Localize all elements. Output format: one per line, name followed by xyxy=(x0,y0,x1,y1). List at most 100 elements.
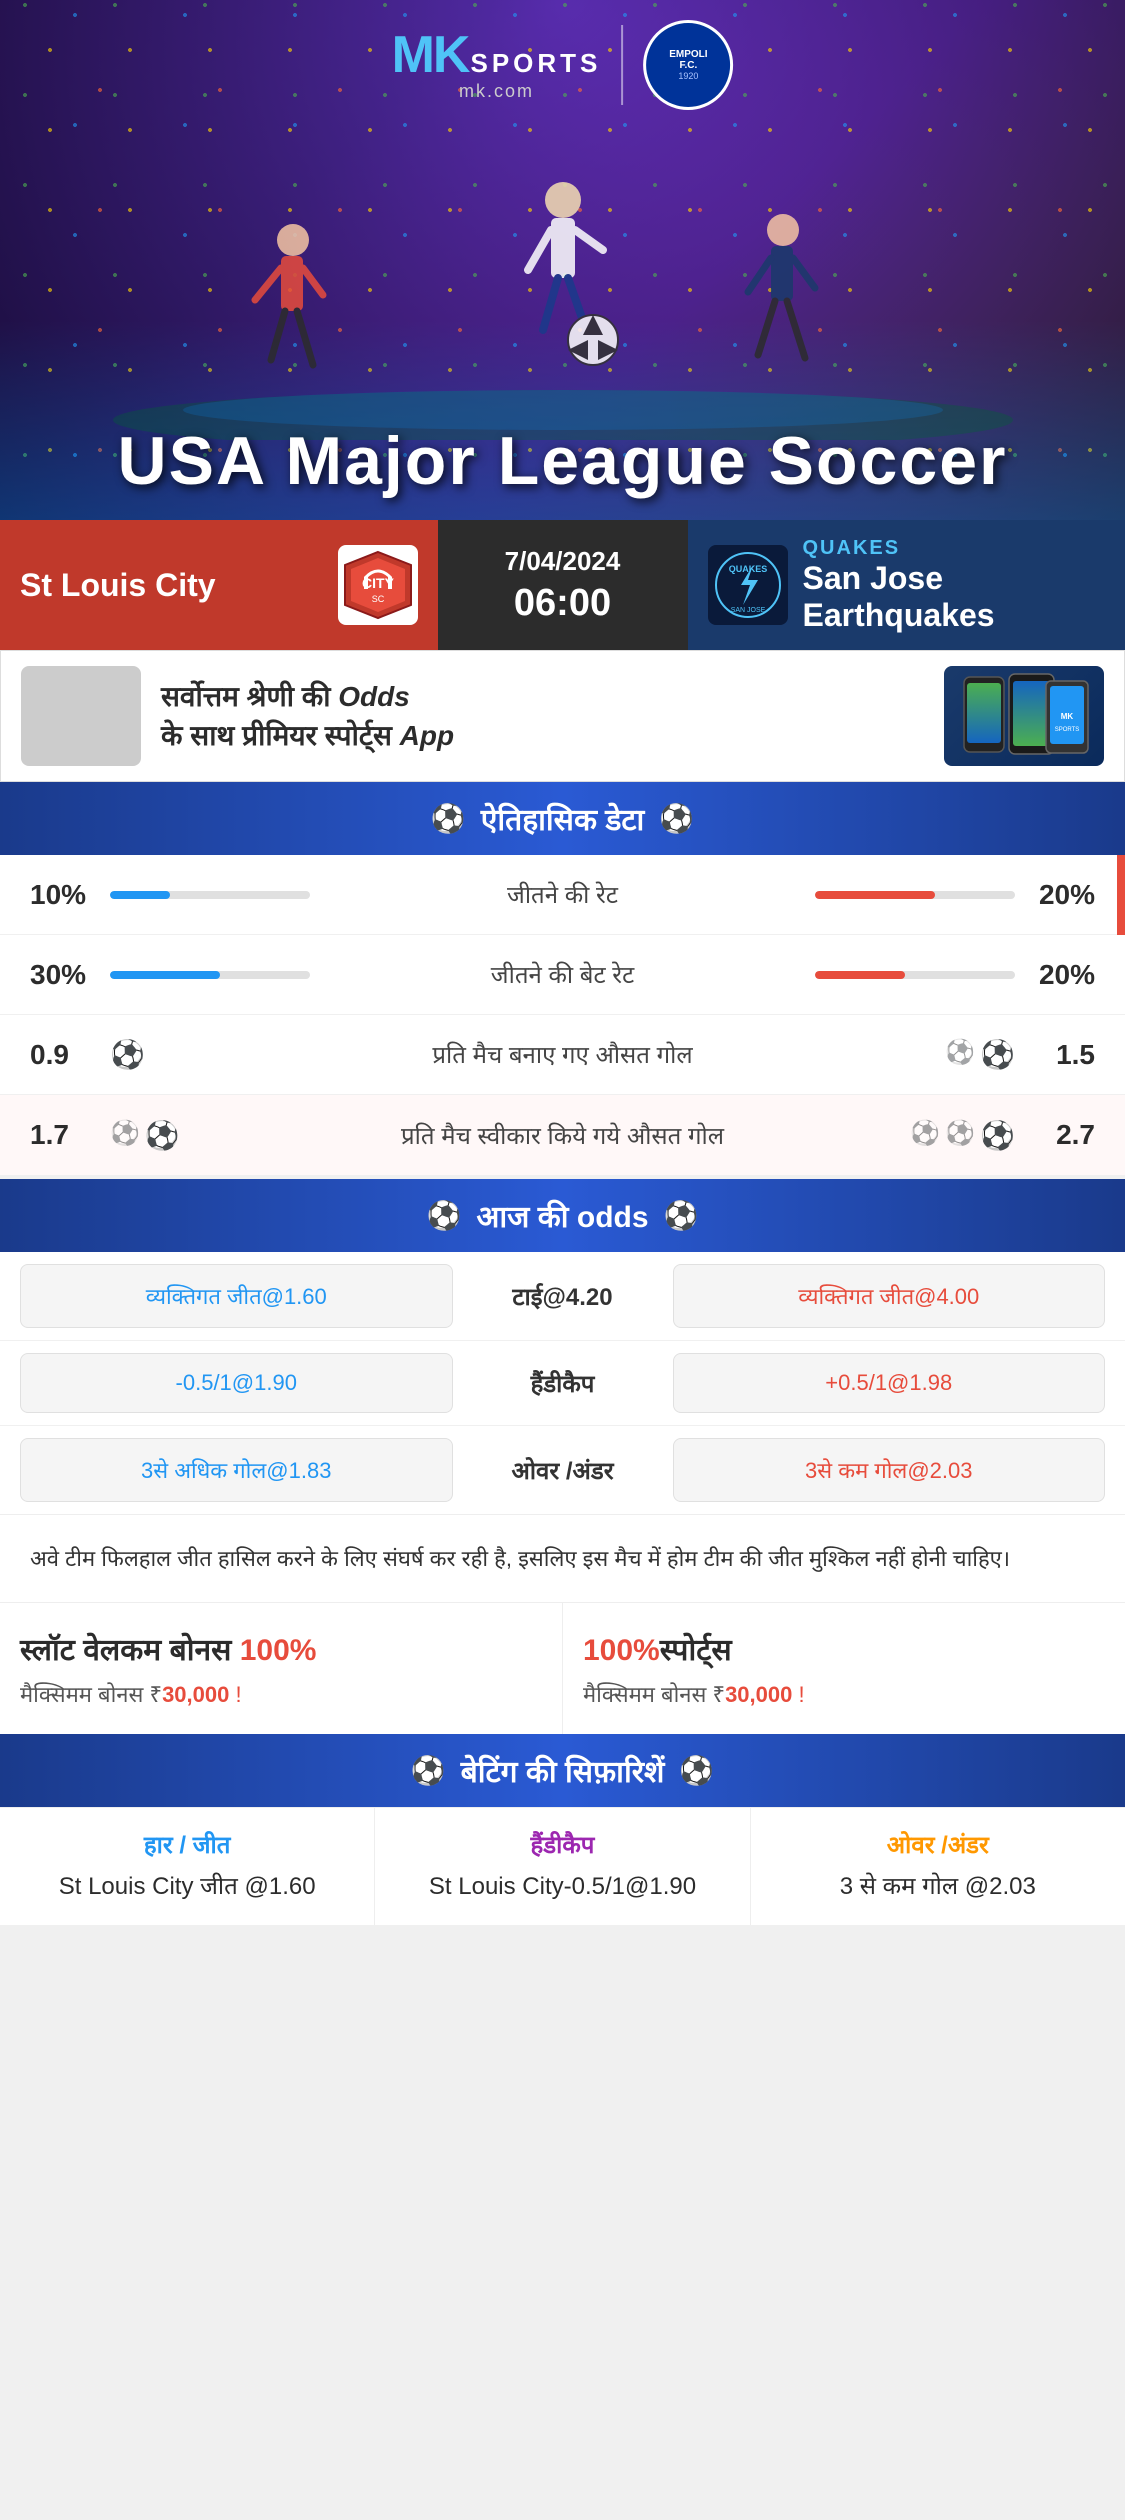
right-bar-bet-rate xyxy=(815,971,1015,979)
soccer-icon-right: ⚽ xyxy=(659,802,694,835)
match-time: 06:00 xyxy=(514,582,611,625)
match-date: 7/04/2024 xyxy=(505,546,621,577)
bonus-amt-sports: 30,000 xyxy=(725,1682,792,1707)
bonus-excl-slots: ! xyxy=(229,1682,241,1707)
bonus-subtitle-slots: मैक्सिमम बोनस ₹30,000 ! xyxy=(20,1679,542,1709)
left-value-win-rate: 10% xyxy=(30,879,110,911)
recommendations-section-title: बेटिंग की सिफ़ारिशें xyxy=(461,1750,665,1791)
odds-btn-handicap-left[interactable]: -0.5/1@1.90 xyxy=(20,1353,453,1413)
odds-row: व्यक्तिगत जीत@1.60 टाई@4.20 व्यक्तिगत जी… xyxy=(0,1252,1125,1341)
right-value-avg-goals: 1.5 xyxy=(1015,1039,1095,1071)
ball-icon: ⚽ xyxy=(110,1119,140,1152)
table-row: 10% जीतने की रेट 20% xyxy=(0,855,1125,935)
historical-section-title: ऐतिहासिक डेटा xyxy=(481,798,645,839)
odds-label-win: टाई@4.20 xyxy=(463,1280,663,1313)
empoli-year: 1920 xyxy=(678,71,698,81)
ball-icon: ⚽ xyxy=(910,1119,940,1152)
odds-btn-handicap-right[interactable]: +0.5/1@1.98 xyxy=(673,1353,1106,1413)
center-label-bet-rate: जीतने की बेट रेट xyxy=(310,958,815,991)
left-value-bet-rate: 30% xyxy=(30,959,110,991)
promo-text: सर्वोत्तम श्रेणी की Odds के साथ प्रीमियर… xyxy=(161,677,924,755)
team-left-name: St Louis City xyxy=(20,567,323,604)
stl-logo-svg: CITY SC xyxy=(343,550,413,620)
rec-col-over-under: ओवर /अंडर 3 से कम गोल @2.03 xyxy=(751,1808,1125,1925)
right-value-win-rate: 20% xyxy=(1015,879,1095,911)
svg-text:SC: SC xyxy=(371,594,384,604)
odds-section: व्यक्तिगत जीत@1.60 टाई@4.20 व्यक्तिगत जी… xyxy=(0,1252,1125,1514)
odds-section-title: आज की odds xyxy=(476,1195,648,1236)
logo-divider xyxy=(621,25,623,105)
soccer-icon-odds-right: ⚽ xyxy=(664,1199,699,1232)
bonus-pct-slots: 100% xyxy=(240,1634,317,1667)
bonus-amt-slots: 30,000 xyxy=(162,1682,229,1707)
odds-label-over: ओवर /अंडर xyxy=(463,1454,663,1487)
center-label-win-rate: जीतने की रेट xyxy=(310,878,815,911)
bonus-pct-sports: 100% xyxy=(583,1634,660,1667)
svg-text:SPORTS: SPORTS xyxy=(1055,727,1080,733)
empoli-badge: EMPOLIF.C. 1920 xyxy=(643,20,733,110)
rec-value-handicap: St Louis City-0.5/1@1.90 xyxy=(390,1869,734,1905)
soccer-icon-odds-left: ⚽ xyxy=(427,1199,462,1232)
left-icons-avg-goals: ⚽ xyxy=(110,1038,210,1071)
bonus-card-sports[interactable]: 100%स्पोर्ट्स मैक्सिमम बोनस ₹30,000 ! xyxy=(563,1603,1125,1734)
empoli-name: EMPOLIF.C. xyxy=(669,49,707,71)
bonus-title-slots: स्लॉट वेलकम बोनस 100% xyxy=(20,1628,542,1669)
right-value-avg-conceded: 2.7 xyxy=(1015,1119,1095,1151)
sports-text: SPORTS xyxy=(470,48,601,79)
hero-players-visual xyxy=(0,80,1125,440)
rec-value-over-under: 3 से कम गोल @2.03 xyxy=(766,1869,1110,1905)
soccer-icon-left: ⚽ xyxy=(431,802,466,835)
odds-btn-over-left[interactable]: 3से अधिक गोल@1.83 xyxy=(20,1438,453,1502)
promo-banner[interactable]: सर्वोत्तम श्रेणी की Odds के साथ प्रीमियर… xyxy=(0,650,1125,782)
center-label-avg-conceded: प्रति मैच स्वीकार किये गये औसत गोल xyxy=(210,1119,915,1152)
promo-text-area: सर्वोत्तम श्रेणी की Odds के साथ प्रीमियर… xyxy=(161,677,924,755)
rec-col-win-loss: हार / जीत St Louis City जीत @1.60 xyxy=(0,1808,375,1925)
right-value-bet-rate: 20% xyxy=(1015,959,1095,991)
historical-data-table: 10% जीतने की रेट 20% 30% जीतने की बेट रे… xyxy=(0,855,1125,1175)
bonus-label-sports: स्पोर्ट्स xyxy=(660,1634,732,1667)
ball-icon: ⚽ xyxy=(980,1038,1015,1071)
odds-btn-win-right[interactable]: व्यक्तिगत जीत@4.00 xyxy=(673,1264,1106,1328)
historical-section-header: ⚽ ऐतिहासिक डेटा ⚽ xyxy=(0,782,1125,855)
left-icons-avg-conceded: ⚽ ⚽ xyxy=(110,1119,210,1152)
hero-title: USA Major League Soccer xyxy=(0,422,1125,500)
odds-row: 3से अधिक गोल@1.83 ओवर /अंडर 3से कम गोल@2… xyxy=(0,1426,1125,1514)
rec-value-win-loss: St Louis City जीत @1.60 xyxy=(15,1869,359,1905)
left-bar-bet-rate xyxy=(110,971,310,979)
rec-row: हार / जीत St Louis City जीत @1.60 हैंडीक… xyxy=(0,1807,1125,1925)
odds-btn-over-right[interactable]: 3से कम गोल@2.03 xyxy=(673,1438,1106,1502)
ball-icon: ⚽ xyxy=(945,1119,975,1152)
odds-btn-win-left[interactable]: व्यक्तिगत जीत@1.60 xyxy=(20,1264,453,1328)
bonus-title-sports: 100%स्पोर्ट्स xyxy=(583,1628,1105,1669)
bonus-card-slots[interactable]: स्लॉट वेलकम बोनस 100% मैक्सिमम बोनस ₹30,… xyxy=(0,1603,563,1734)
soccer-icon-rec-right: ⚽ xyxy=(679,1754,714,1787)
right-icons-avg-conceded: ⚽ ⚽ ⚽ xyxy=(915,1119,1015,1152)
left-bar-win-rate xyxy=(110,891,310,899)
right-icons-avg-goals: ⚽ ⚽ xyxy=(915,1038,1015,1071)
recommendations-section: हार / जीत St Louis City जीत @1.60 हैंडीक… xyxy=(0,1807,1125,1925)
rec-type-win-loss: हार / जीत xyxy=(15,1828,359,1861)
table-row: 1.7 ⚽ ⚽ प्रति मैच स्वीकार किये गये औसत ग… xyxy=(0,1095,1125,1175)
left-value-avg-goals: 0.9 xyxy=(30,1039,110,1071)
ball-icon: ⚽ xyxy=(945,1038,975,1071)
mk-logo-text: MK xyxy=(392,29,469,81)
team-left-logo: CITY SC xyxy=(338,545,418,625)
hero-banner: MK SPORTS mk.com EMPOLIF.C. 1920 xyxy=(0,0,1125,520)
match-bar: St Louis City CITY SC 7/04/2024 06:00 xyxy=(0,520,1125,650)
svg-text:SAN JOSE: SAN JOSE xyxy=(730,607,765,614)
recommendations-section-header: ⚽ बेटिंग की सिफ़ारिशें ⚽ xyxy=(0,1734,1125,1807)
team-right-logo: QUAKES SAN JOSE xyxy=(708,545,788,625)
app-mockup-svg: MK SPORTS xyxy=(954,669,1094,764)
mk-sports-logo: MK SPORTS mk.com xyxy=(392,29,602,102)
bonus-excl-sports: ! xyxy=(792,1682,804,1707)
ball-icon: ⚽ xyxy=(980,1119,1015,1152)
soccer-icon-rec-left: ⚽ xyxy=(411,1754,446,1787)
bonus-section: स्लॉट वेलकम बोनस 100% मैक्सिमम बोनस ₹30,… xyxy=(0,1602,1125,1734)
analysis-section: अवे टीम फिलहाल जीत हासिल करने के लिए संघ… xyxy=(0,1514,1125,1602)
svg-text:MK: MK xyxy=(1061,712,1074,721)
svg-text:QUAKES: QUAKES xyxy=(728,564,767,574)
bonus-label-slots: स्लॉट वेलकम बोनस xyxy=(20,1634,240,1667)
team-right: QUAKES SAN JOSE QUAKES San Jose Earthqua… xyxy=(688,520,1125,650)
rec-type-over-under: ओवर /अंडर xyxy=(766,1828,1110,1861)
center-label-avg-goals: प्रति मैच बनाए गए औसत गोल xyxy=(210,1038,915,1071)
